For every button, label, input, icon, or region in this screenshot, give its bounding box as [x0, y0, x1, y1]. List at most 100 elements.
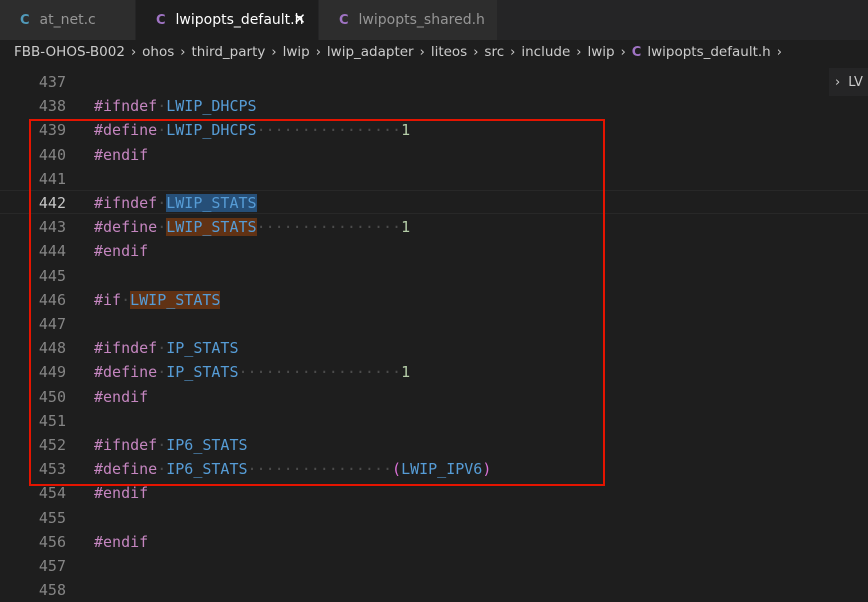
code-line[interactable]: 445: [0, 264, 868, 288]
code-text: #ifndef·LWIP_DHCPS: [94, 94, 257, 118]
line-number: 457: [38, 557, 66, 575]
line-number: 449: [38, 363, 66, 382]
breadcrumb-item[interactable]: src: [484, 44, 504, 60]
tab-bar: C at_net.c C lwipopts_default.h ✕ C lwip…: [0, 0, 868, 40]
code-line[interactable]: 450 #endif: [0, 385, 868, 409]
line-number: 452: [38, 436, 66, 454]
code-token: #endif: [94, 484, 149, 503]
code-token: LWIP_IPV6: [401, 460, 483, 479]
code-token: ·: [157, 121, 167, 140]
breadcrumb-item[interactable]: lwip: [283, 44, 310, 60]
breadcrumb-item[interactable]: include: [521, 44, 570, 60]
code-line[interactable]: 458: [0, 578, 868, 602]
breadcrumb-file[interactable]: Clwipopts_default.h: [632, 44, 771, 60]
code-token: IP_STATS: [166, 339, 239, 358]
code-token: #define: [94, 121, 158, 140]
code-line[interactable]: 443 #define·LWIP_STATS················1: [0, 215, 868, 239]
line-number: 446: [38, 290, 66, 309]
code-line[interactable]: 444 #endif: [0, 239, 868, 263]
chevron-right-icon: ›: [315, 44, 321, 60]
tab-label: lwipopts_default.h: [175, 12, 304, 28]
code-text: #define·IP6_STATS················(LWIP_I…: [94, 457, 491, 481]
code-line[interactable]: 446 #if·LWIP_STATS: [0, 288, 868, 312]
code-line[interactable]: 441: [0, 167, 868, 191]
tab-lwipopts-shared-h[interactable]: C lwipopts_shared.h: [319, 0, 497, 40]
line-number: 437: [38, 73, 66, 91]
chevron-right-icon: ›: [776, 44, 782, 60]
line-number: 453: [38, 460, 66, 479]
code-token: #ifndef: [94, 436, 158, 454]
tab-at-net-c[interactable]: C at_net.c: [0, 0, 135, 40]
breadcrumb-item[interactable]: third_party: [191, 44, 265, 60]
code-token: ·: [157, 194, 167, 212]
code-token: 1: [401, 218, 411, 237]
line-number: 451: [38, 411, 66, 430]
code-text: #ifndef·LWIP_STATS: [94, 191, 257, 215]
code-text: #endif: [94, 239, 148, 263]
code-line[interactable]: 456 #endif: [0, 530, 868, 554]
line-number: 444: [38, 242, 66, 261]
code-token: ················: [256, 218, 402, 237]
code-token: IP6_STATS: [166, 436, 248, 454]
code-token: ················: [247, 460, 393, 479]
code-line[interactable]: 454 #endif: [0, 481, 868, 505]
code-token: 1: [401, 121, 411, 140]
code-line[interactable]: 449 #define·IP_STATS··················1: [0, 360, 868, 384]
c-header-file-icon: C: [339, 12, 349, 28]
line-number: 458: [38, 581, 66, 600]
code-line[interactable]: 457: [0, 554, 868, 578]
chevron-right-icon: ›: [576, 44, 582, 60]
code-token: ·: [157, 339, 167, 358]
outline-panel-toggle[interactable]: › LV: [829, 68, 868, 96]
code-token: ·: [157, 218, 167, 237]
breadcrumb-file-label: lwipopts_default.h: [647, 44, 771, 60]
chevron-right-icon: ›: [473, 44, 479, 60]
breadcrumb-item[interactable]: ohos: [142, 44, 174, 60]
code-line[interactable]: 437: [0, 70, 868, 94]
code-token: #endif: [94, 145, 149, 164]
c-header-file-icon: C: [631, 45, 642, 60]
code-token: LWIP_STATS: [166, 218, 257, 237]
code-line[interactable]: 452 #ifndef·IP6_STATS: [0, 433, 868, 457]
line-number: 442: [38, 194, 66, 212]
line-number: 443: [38, 218, 66, 237]
code-line[interactable]: 442 #ifndef·LWIP_STATS: [0, 191, 868, 215]
c-file-icon: C: [20, 12, 30, 28]
code-line[interactable]: 447: [0, 312, 868, 336]
code-line[interactable]: 440 #endif: [0, 143, 868, 167]
code-text: #endif: [94, 385, 148, 409]
code-line[interactable]: 455: [0, 506, 868, 530]
code-token: #define: [94, 460, 158, 479]
code-token: ·: [121, 290, 131, 309]
code-text: #endif: [94, 143, 148, 167]
code-token: #ifndef: [94, 97, 158, 116]
breadcrumb-item[interactable]: liteos: [431, 44, 467, 60]
c-header-file-icon: C: [156, 12, 166, 28]
code-token: LWIP_STATS: [130, 290, 221, 309]
code-text: #define·LWIP_STATS················1: [94, 215, 410, 239]
code-token: LWIP_STATS: [166, 194, 257, 212]
close-icon[interactable]: ✕: [293, 10, 306, 28]
code-text: #ifndef·IP6_STATS: [94, 433, 248, 457]
line-number: 456: [38, 532, 66, 551]
code-line[interactable]: 451: [0, 409, 868, 433]
code-editor[interactable]: 437 438 #ifndef·LWIP_DHCPS 439 #define·LWIP_…: [0, 70, 868, 599]
chevron-right-icon: ›: [835, 74, 841, 90]
code-line[interactable]: 448 #ifndef·IP_STATS: [0, 336, 868, 360]
code-line[interactable]: 439 #define·LWIP_DHCPS················1: [0, 118, 868, 142]
line-number: 450: [38, 387, 66, 406]
code-text: #define·IP_STATS··················1: [94, 360, 410, 384]
code-line[interactable]: 438 #ifndef·LWIP_DHCPS: [0, 94, 868, 118]
tab-lwipopts-default-h[interactable]: C lwipopts_default.h ✕: [136, 0, 318, 40]
breadcrumb-item[interactable]: lwip: [587, 44, 614, 60]
breadcrumb-item[interactable]: FBB-OHOS-B002: [14, 44, 125, 60]
code-token: #ifndef: [94, 194, 158, 212]
code-token: ·: [157, 363, 167, 382]
line-number: 455: [38, 508, 66, 527]
chevron-right-icon: ›: [180, 44, 186, 60]
code-text: #endif: [94, 481, 148, 505]
chevron-right-icon: ›: [510, 44, 516, 60]
breadcrumb-item[interactable]: lwip_adapter: [327, 44, 414, 60]
code-line[interactable]: 453 #define·IP6_STATS················(LWI…: [0, 457, 868, 481]
panel-label: LV: [848, 74, 863, 90]
